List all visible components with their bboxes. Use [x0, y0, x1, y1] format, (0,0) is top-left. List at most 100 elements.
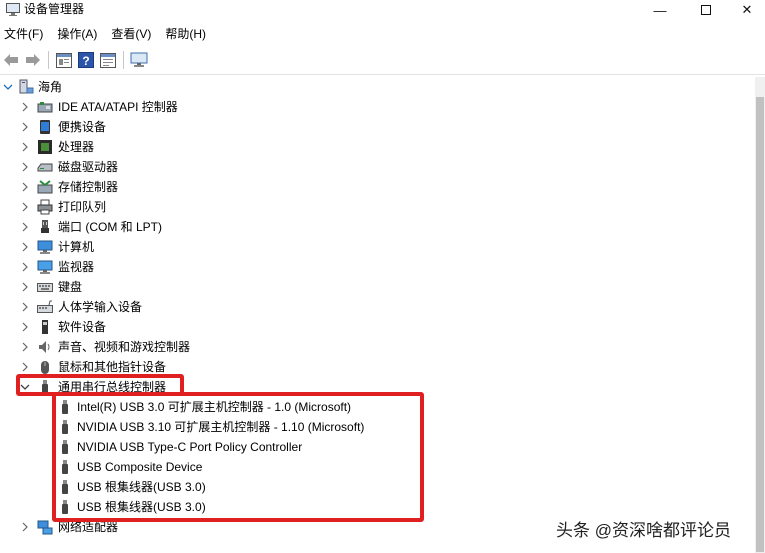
category-label: 软件设备: [58, 320, 107, 334]
category-label: 键盘: [58, 280, 83, 294]
back-button[interactable]: [0, 49, 22, 71]
usb-device-label: USB 根集线器(USB 3.0): [77, 500, 206, 514]
hid-icon: [37, 300, 53, 313]
maximize-button[interactable]: [683, 0, 729, 20]
tree-category[interactable]: 鼠标和其他指针设备: [0, 357, 755, 377]
scan-hardware-button[interactable]: [128, 49, 150, 71]
title-bar: 设备管理器 — ✕: [0, 0, 765, 20]
category-label: 网络适配器: [58, 520, 119, 534]
watermark: 头条 @资深啥都评论员: [556, 521, 731, 540]
menu-bar: 文件(F) 操作(A) 查看(V) 帮助(H): [0, 24, 216, 44]
menu-action[interactable]: 操作(A): [53, 24, 97, 44]
chevron-right-icon[interactable]: [19, 97, 31, 117]
properties-button[interactable]: [53, 49, 75, 71]
minimize-button[interactable]: —: [637, 0, 683, 20]
storage-controller-icon: [37, 180, 53, 194]
tree-category[interactable]: 磁盘驱动器: [0, 157, 755, 177]
tree-category[interactable]: 监视器: [0, 257, 755, 277]
chevron-right-icon[interactable]: [19, 217, 31, 237]
category-label: 人体学输入设备: [58, 300, 143, 314]
properties-icon: [56, 52, 72, 68]
chevron-right-icon[interactable]: [19, 157, 31, 177]
category-label: 计算机: [58, 240, 95, 254]
software-device-icon: [42, 320, 48, 334]
view-icon: [100, 52, 116, 68]
usb-device-icon: [62, 480, 68, 494]
category-label: 便携设备: [58, 120, 107, 134]
toolbar-separator: [48, 51, 49, 69]
category-label: 声音、视频和游戏控制器: [58, 340, 191, 354]
tree-category[interactable]: 计算机: [0, 237, 755, 257]
device-tree: 海角 IDE ATA/ATAPI 控制器 便携设备 处理器 磁盘驱动器 存储控制…: [0, 77, 755, 553]
usb-device-item[interactable]: NVIDIA USB Type-C Port Policy Controller: [0, 437, 755, 457]
category-label: 通用串行总线控制器: [58, 380, 167, 394]
chevron-right-icon[interactable]: [19, 257, 31, 277]
port-icon: [41, 220, 49, 233]
usb-device-icon: [62, 460, 68, 474]
usb-device-label: Intel(R) USB 3.0 可扩展主机控制器 - 1.0 (Microso…: [77, 400, 352, 414]
chevron-right-icon[interactable]: [19, 237, 31, 257]
category-label: 端口 (COM 和 LPT): [58, 220, 162, 234]
close-button[interactable]: ✕: [729, 0, 765, 20]
category-label: 鼠标和其他指针设备: [58, 360, 167, 374]
chevron-right-icon[interactable]: [19, 317, 31, 337]
menu-view[interactable]: 查看(V): [107, 24, 151, 44]
portable-device-icon: [40, 120, 50, 134]
toolbar-separator: [123, 51, 124, 69]
keyboard-icon: [37, 283, 53, 292]
usb-device-icon: [62, 440, 68, 454]
tree-category-usb[interactable]: 通用串行总线控制器: [0, 377, 755, 397]
sound-icon: [39, 341, 50, 353]
help-button[interactable]: ?: [75, 49, 97, 71]
chevron-right-icon[interactable]: [19, 177, 31, 197]
category-label: 磁盘驱动器: [58, 160, 119, 174]
menu-file[interactable]: 文件(F): [0, 24, 43, 44]
tree-category[interactable]: 人体学输入设备: [0, 297, 755, 317]
chevron-right-icon[interactable]: [19, 277, 31, 297]
usb-device-icon: [62, 400, 68, 414]
chevron-right-icon[interactable]: [19, 337, 31, 357]
tree-category[interactable]: 软件设备: [0, 317, 755, 337]
chevron-right-icon[interactable]: [19, 517, 31, 537]
usb-device-item[interactable]: USB 根集线器(USB 3.0): [0, 477, 755, 497]
computer-icon: [37, 240, 53, 254]
category-label: 存储控制器: [58, 180, 119, 194]
usb-icon: [42, 380, 48, 394]
view-button[interactable]: [97, 49, 119, 71]
usb-device-label: USB 根集线器(USB 3.0): [77, 480, 206, 494]
tree-category[interactable]: 处理器: [0, 137, 755, 157]
category-label: 打印队列: [58, 200, 107, 214]
tree-category[interactable]: IDE ATA/ATAPI 控制器: [0, 97, 755, 117]
printer-icon: [37, 199, 53, 215]
vertical-scrollbar[interactable]: [755, 77, 765, 553]
category-label: 处理器: [58, 140, 95, 154]
tree-category[interactable]: 存储控制器: [0, 177, 755, 197]
tree-root[interactable]: 海角: [0, 77, 755, 97]
monitor-icon: [130, 52, 148, 67]
chevron-right-icon[interactable]: [19, 297, 31, 317]
help-icon: ?: [78, 52, 94, 68]
usb-device-item[interactable]: Intel(R) USB 3.0 可扩展主机控制器 - 1.0 (Microso…: [0, 397, 755, 417]
tree-category[interactable]: 便携设备: [0, 117, 755, 137]
tree-category[interactable]: 端口 (COM 和 LPT): [0, 217, 755, 237]
monitor-icon: [37, 260, 53, 274]
processor-icon: [38, 140, 52, 154]
tree-root-label: 海角: [38, 80, 63, 94]
chevron-down-icon[interactable]: [2, 77, 14, 97]
scrollbar-thumb[interactable]: [756, 97, 764, 552]
usb-device-label: NVIDIA USB 3.10 可扩展主机控制器 - 1.10 (Microso…: [77, 420, 365, 434]
forward-button[interactable]: [22, 49, 44, 71]
tree-category[interactable]: 声音、视频和游戏控制器: [0, 337, 755, 357]
chevron-right-icon[interactable]: [19, 137, 31, 157]
usb-device-item[interactable]: NVIDIA USB 3.10 可扩展主机控制器 - 1.10 (Microso…: [0, 417, 755, 437]
chevron-right-icon[interactable]: [19, 197, 31, 217]
tree-category[interactable]: 键盘: [0, 277, 755, 297]
usb-device-item[interactable]: USB Composite Device: [0, 457, 755, 477]
chevron-right-icon[interactable]: [19, 117, 31, 137]
tree-category[interactable]: 打印队列: [0, 197, 755, 217]
chevron-down-icon[interactable]: [19, 377, 31, 397]
menu-help[interactable]: 帮助(H): [161, 24, 206, 44]
usb-device-item[interactable]: USB 根集线器(USB 3.0): [0, 497, 755, 517]
chevron-right-icon[interactable]: [19, 357, 31, 377]
computer-root-icon: [19, 79, 34, 94]
